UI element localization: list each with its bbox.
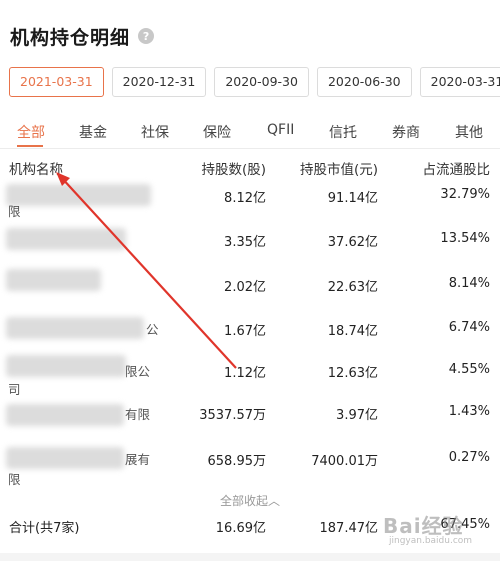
- baidu-jingyan-watermark: Bai经验 jingyan.baidu.com: [383, 510, 498, 550]
- bottom-bar: [0, 553, 500, 561]
- watermark-text: Bai经验: [383, 514, 464, 538]
- annotation-arrow: [56, 172, 237, 369]
- watermark-url: jingyan.baidu.com: [389, 536, 473, 546]
- arrow-line: [59, 175, 237, 369]
